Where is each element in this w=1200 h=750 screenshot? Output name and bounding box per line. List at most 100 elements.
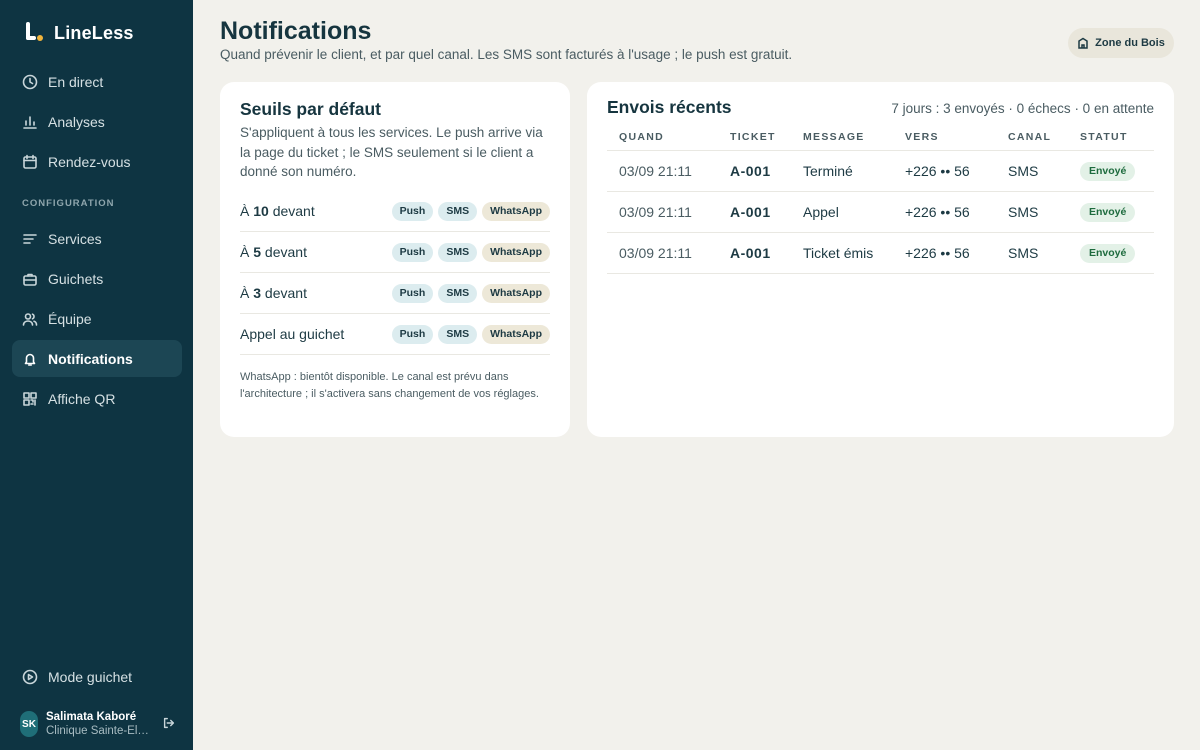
cell-ticket: A-001 — [718, 191, 791, 233]
location-selector[interactable]: Zone du Bois — [1068, 28, 1174, 58]
cell-message: Ticket émis — [791, 232, 893, 274]
section-label-configuration: CONFIGURATION — [22, 198, 115, 209]
sidebar-item-label: En direct — [48, 73, 104, 90]
channel-whatsapp-toggle[interactable]: WhatsApp — [482, 324, 550, 344]
sidebar-item-equipe[interactable]: Équipe — [12, 300, 182, 337]
user-profile[interactable]: SK Salimata Kaboré Clinique Sainte-Élisa… — [20, 706, 180, 742]
qr-icon — [22, 391, 38, 407]
recent-sends-table: QUAND TICKET MESSAGE VERS CANAL STATUT 0… — [607, 124, 1154, 274]
cell-ticket: A-001 — [718, 232, 791, 274]
column-header: QUAND — [607, 124, 718, 151]
sidebar-item-rendez-vous[interactable]: Rendez-vous — [12, 143, 182, 180]
threshold-row-10: À 10 devant Push SMS WhatsApp — [240, 191, 550, 232]
avatar: SK — [20, 711, 38, 737]
calendar-icon — [22, 154, 38, 170]
logout-icon[interactable] — [162, 716, 178, 732]
channel-sms-toggle[interactable]: SMS — [438, 283, 478, 303]
clock-icon — [22, 74, 38, 90]
channel-sms-toggle[interactable]: SMS — [438, 324, 478, 344]
cell-message: Terminé — [791, 150, 893, 192]
channel-whatsapp-toggle[interactable]: WhatsApp — [482, 242, 550, 262]
channel-push-toggle[interactable]: Push — [391, 242, 434, 262]
cell-to: +226 •• 56 — [893, 191, 996, 233]
cell-status: Envoyé — [1068, 191, 1154, 233]
sidebar-item-services[interactable]: Services — [12, 220, 182, 257]
whatsapp-note: WhatsApp : bientôt disponible. Le canal … — [240, 371, 539, 400]
recent-sends-card: Envois récents 7 jours : 3 envoyés · 0 é… — [587, 82, 1174, 437]
channel-push-toggle[interactable]: Push — [391, 283, 434, 303]
sidebar-item-label: Rendez-vous — [48, 153, 131, 170]
sidebar-item-label: Analyses — [48, 113, 105, 130]
user-org: Clinique Sainte-Élisabeth — [46, 725, 150, 737]
status-badge: Envoyé — [1080, 243, 1136, 263]
column-header: VERS — [893, 124, 996, 151]
status-badge: Envoyé — [1080, 161, 1136, 181]
brand-name: LineLess — [54, 22, 134, 43]
defaults-card: Seuils par défaut S'appliquent à tous le… — [220, 82, 570, 437]
sidebar: LineLess En direct Analyses Rendez-vous … — [0, 0, 193, 750]
play-circle-icon — [22, 669, 38, 685]
page-subtitle: Quand prévenir le client, et par quel ca… — [220, 47, 793, 62]
users-icon — [22, 311, 38, 327]
sidebar-item-analyses[interactable]: Analyses — [12, 103, 182, 140]
channel-sms-toggle[interactable]: SMS — [438, 201, 478, 221]
bell-icon — [22, 351, 38, 367]
threshold-row-call: Appel au guichet Push SMS WhatsApp — [240, 314, 550, 355]
sidebar-item-label: Guichets — [48, 270, 104, 287]
cell-status: Envoyé — [1068, 150, 1154, 192]
cell-status: Envoyé — [1068, 232, 1154, 274]
location-label: Zone du Bois — [1095, 37, 1165, 49]
sidebar-item-label: Notifications — [48, 350, 133, 367]
sidebar-item-label: Services — [48, 230, 102, 247]
cell-when: 03/09 21:11 — [607, 150, 718, 192]
defaults-description: S'appliquent à tous les services. Le pus… — [240, 125, 543, 179]
column-header: MESSAGE — [791, 124, 893, 151]
table-row: 03/09 21:11 A-001 Appel +226 •• 56 SMS E… — [607, 191, 1154, 233]
page-title: Notifications — [220, 17, 372, 45]
sidebar-item-notifications[interactable]: Notifications — [12, 340, 182, 377]
mode-guichet-button[interactable]: Mode guichet — [12, 658, 182, 695]
sidebar-item-affiche-qr[interactable]: Affiche QR — [12, 380, 182, 417]
cell-ticket: A-001 — [718, 150, 791, 192]
briefcase-icon — [22, 271, 38, 287]
cell-to: +226 •• 56 — [893, 150, 996, 192]
channel-push-toggle[interactable]: Push — [391, 201, 434, 221]
list-icon — [22, 231, 38, 247]
recent-summary: 7 jours : 3 envoyés · 0 échecs · 0 en at… — [891, 101, 1154, 116]
channel-sms-toggle[interactable]: SMS — [438, 242, 478, 262]
sidebar-item-label: Affiche QR — [48, 390, 116, 407]
cell-when: 03/09 21:11 — [607, 191, 718, 233]
user-name: Salimata Kaboré — [46, 711, 137, 723]
status-badge: Envoyé — [1080, 202, 1136, 222]
recent-title: Envois récents — [607, 97, 732, 117]
sidebar-item-label: Équipe — [48, 310, 92, 327]
cell-channel: SMS — [996, 232, 1068, 274]
threshold-row-5: À 5 devant Push SMS WhatsApp — [240, 232, 550, 273]
cell-when: 03/09 21:11 — [607, 232, 718, 274]
cell-message: Appel — [791, 191, 893, 233]
channel-push-toggle[interactable]: Push — [391, 324, 434, 344]
threshold-label: À 10 devant — [240, 203, 315, 219]
defaults-title: Seuils par défaut — [240, 99, 382, 119]
column-header: STATUT — [1068, 124, 1154, 151]
threshold-label: Appel au guichet — [240, 326, 345, 342]
column-header: CANAL — [996, 124, 1068, 151]
sidebar-item-guichets[interactable]: Guichets — [12, 260, 182, 297]
table-row: 03/09 21:11 A-001 Terminé +226 •• 56 SMS… — [607, 150, 1154, 192]
mode-guichet-label: Mode guichet — [48, 668, 133, 685]
cell-channel: SMS — [996, 150, 1068, 192]
building-icon — [1078, 37, 1088, 49]
cell-channel: SMS — [996, 191, 1068, 233]
brand[interactable]: LineLess — [24, 22, 134, 44]
sidebar-item-en-direct[interactable]: En direct — [12, 63, 182, 100]
lineless-logo-icon — [24, 22, 44, 44]
cell-to: +226 •• 56 — [893, 232, 996, 274]
column-header: TICKET — [718, 124, 791, 151]
channel-whatsapp-toggle[interactable]: WhatsApp — [482, 283, 550, 303]
bar-chart-icon — [22, 114, 38, 130]
threshold-label: À 3 devant — [240, 285, 307, 301]
channel-whatsapp-toggle[interactable]: WhatsApp — [482, 201, 550, 221]
threshold-label: À 5 devant — [240, 244, 307, 260]
threshold-row-3: À 3 devant Push SMS WhatsApp — [240, 273, 550, 314]
table-row: 03/09 21:11 A-001 Ticket émis +226 •• 56… — [607, 232, 1154, 274]
